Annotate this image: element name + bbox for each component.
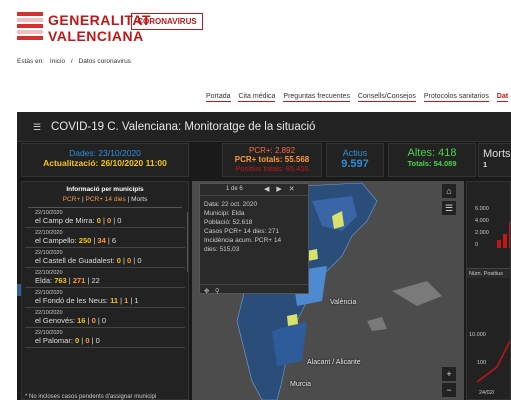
map-popup: 1 de 6 ◀▶✕ Data: 22 oct. 2020 Municipi: … <box>199 183 309 297</box>
dashboard-title: COVID-19 C. Valenciana: Monitoratge de l… <box>51 121 316 133</box>
actius-label: Actius <box>342 148 368 158</box>
morts-label: Morts: <box>483 148 511 160</box>
label-murcia: Murcia <box>290 381 312 388</box>
list-item[interactable]: 22/10/2020 el Campello: 250 | 34 | 6 <box>25 228 185 248</box>
popup-body: Data: 22 oct. 2020 Municipi: Elda Poblac… <box>204 201 282 253</box>
popup-header: 1 de 6 ◀▶✕ <box>200 184 308 196</box>
morts-value: 1 <box>483 160 488 169</box>
list-item[interactable]: 22/10/2020 el Palomar: 0 | 0 | 0 <box>25 328 185 348</box>
positius-total: Positius totals: 65.450 <box>235 164 309 173</box>
altes-card: Altes: 418 Totals: 54.089 <box>388 143 476 177</box>
highlight-c <box>287 314 298 326</box>
data-date: Dades: 23/10/2020 <box>69 148 141 158</box>
popup-footer[interactable]: ✥ ⚲ <box>200 284 308 297</box>
dashboard: ☰ COVID-19 C. Valenciana: Monitoratge de… <box>17 112 511 400</box>
breadcrumb: Estàs en: Inicio / Datos coronavirus <box>17 58 135 65</box>
axis1-tick-3: 0 <box>475 242 479 248</box>
dates-card: Dades: 23/10/2020 Actualització: 26/10/2… <box>21 143 189 177</box>
list-item[interactable]: 22/10/2020 el Fondó de les Neus: 11 | 1 … <box>25 288 185 308</box>
actius-card: Actius 9.597 <box>326 143 384 177</box>
top-navigation: Portada Cita médica Preguntas frecuentes… <box>206 93 511 102</box>
municipality-list: Informació per municipis PCR+ | PCR+ 14 … <box>21 181 189 400</box>
breadcrumb-separator: / <box>70 58 73 65</box>
label-valencia: València <box>330 299 357 306</box>
nav-portada[interactable]: Portada <box>206 93 231 102</box>
nav-preguntas[interactable]: Preguntas frecuentes <box>283 93 350 102</box>
right-panel: 6.000 4.000 2.000 0 Núm. Positius 10.000… <box>466 181 511 400</box>
nav-consells[interactable]: Consells/Consejos <box>357 93 416 102</box>
popup-count: 1 de 6 <box>226 186 243 192</box>
list-item[interactable]: 22/10/2020 el Camp de Mirra: 0 | 0 | 0 <box>25 208 185 228</box>
breadcrumb-home-link[interactable]: Inicio <box>50 58 65 65</box>
list-item-line: el Genovés: 16 | 0 | 0 <box>35 316 107 325</box>
axis1-tick-0: 6.000 <box>475 206 489 212</box>
pcr-today: PCR+: 2.892 <box>248 146 296 155</box>
list-item[interactable]: 22/10/2020 el Castell de Guadalest: 0 | … <box>25 248 185 268</box>
nav-datos[interactable]: Dat <box>496 93 509 102</box>
pcr-card: PCR+: 2.892 PCR+ totals: 55.568 Positius… <box>222 143 322 177</box>
site-header: GENERALITAT VALENCIANA CORONAVIRUS <box>0 0 511 55</box>
nav-protocolos[interactable]: Protocolos sanitarios <box>423 93 489 102</box>
bar-1 <box>497 240 501 248</box>
gva-logo-icon[interactable] <box>17 12 43 44</box>
label-alacant: Alacant / Alicante <box>307 359 361 366</box>
list-legend: PCR+ | PCR+ 14 dies | Morts <box>62 196 148 203</box>
axis1-tick-2: 2.000 <box>475 230 489 236</box>
zoom-out-icon[interactable]: − <box>442 383 456 397</box>
breadcrumb-current: Datos coronavirus <box>78 58 131 65</box>
home-icon[interactable]: ⌂ <box>442 184 456 198</box>
list-item-line: el Campello: 250 | 34 | 6 <box>35 236 117 245</box>
island-mallorca <box>392 281 442 306</box>
coronavirus-button[interactable]: CORONAVIRUS <box>131 13 203 30</box>
update-date: Actualització: 26/10/2020 11:00 <box>43 158 167 168</box>
list-item-line: el Palomar: 0 | 0 | 0 <box>35 336 100 345</box>
dashboard-title-bar: ☰ COVID-19 C. Valenciana: Monitoratge de… <box>17 112 511 142</box>
actius-value: 9.597 <box>341 158 369 170</box>
pcr-total: PCR+ totals: 55.568 <box>234 155 310 164</box>
list-footnote: * No incloses casos pendents d'assignar … <box>25 394 157 400</box>
layers-icon[interactable]: ☰ <box>442 201 456 215</box>
morts-card: Morts: 1 <box>478 143 511 177</box>
breadcrumb-prefix: Estàs en: <box>17 58 45 65</box>
list-item[interactable]: 22/10/2020 el Genovés: 16 | 0 | 0 <box>25 308 185 328</box>
altes-total: Totals: 54.089 <box>407 159 457 168</box>
list-item-line: el Camp de Mirra: 0 | 0 | 0 <box>35 216 122 225</box>
trend-chart <box>476 339 510 383</box>
nav-cita-medica[interactable]: Cita médica <box>238 93 276 102</box>
dashboard-menu-icon[interactable]: ☰ <box>33 122 43 132</box>
trend-line <box>476 339 510 383</box>
island-ibiza <box>367 317 387 331</box>
list-scrollbar[interactable] <box>187 212 188 272</box>
altes-label: Altes: 418 <box>407 147 457 159</box>
list-item-line: Elda: 763 | 271 | 22 <box>35 276 100 285</box>
list-item[interactable]: 22/10/2020 Elda: 763 | 271 | 22 <box>25 268 185 288</box>
zoom-in-icon[interactable]: + <box>442 367 456 381</box>
axis2-date: 24/02/ <box>479 390 495 396</box>
bar-2 <box>503 234 507 248</box>
axis1-tick-1: 4.000 <box>475 218 489 224</box>
popup-nav-icons[interactable]: ◀▶✕ <box>264 185 302 193</box>
list-item-line: el Fondó de les Neus: 11 | 1 | 1 <box>35 296 139 305</box>
list-title: Informació per municipis <box>66 186 144 193</box>
tab-num-positius[interactable]: Núm. Positius <box>467 268 510 278</box>
list-item-line: el Castell de Guadalest: 0 | 0 | 0 <box>35 256 142 265</box>
